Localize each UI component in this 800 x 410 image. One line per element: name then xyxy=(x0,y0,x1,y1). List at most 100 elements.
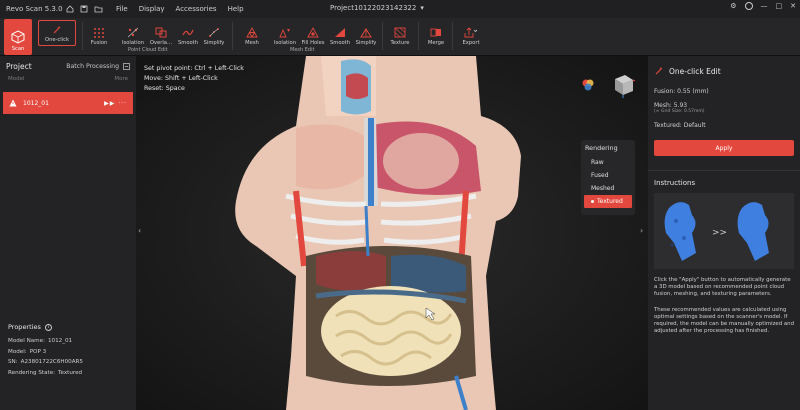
mesh-button[interactable]: Mesh xyxy=(240,18,264,46)
smooth-label: Smooth xyxy=(177,40,198,46)
fusion-button[interactable]: Fusion xyxy=(86,18,112,46)
property-key: SN: xyxy=(8,359,18,366)
rendering-option-raw[interactable]: Raw xyxy=(581,156,635,169)
menu-accessories[interactable]: Accessories xyxy=(176,5,217,13)
maximize-icon[interactable]: □ xyxy=(776,2,783,10)
window-controls: ⚙ — □ ✕ xyxy=(730,2,796,10)
model-row[interactable]: 1012_01 ▶▶ ··· xyxy=(3,92,133,114)
toolbar-divider xyxy=(82,22,83,50)
one-click-button[interactable]: One-click xyxy=(38,20,76,46)
project-panel-title: Project xyxy=(6,61,32,71)
mesh-simplify-button[interactable]: Simplify xyxy=(354,18,378,46)
rendering-option-textured[interactable]: Textured xyxy=(584,195,632,208)
simplify-label: Simplify xyxy=(203,40,225,46)
instructions-title: Instructions xyxy=(654,179,696,187)
save-icon[interactable] xyxy=(78,4,90,14)
project-panel-header: Project Batch Processing xyxy=(0,56,136,76)
3d-viewport[interactable]: Set pivot point: Ctrl + Left-Click Move:… xyxy=(136,56,648,410)
property-value: A23801722C6H00AR5 xyxy=(20,359,83,366)
main-toolbar: Scan One-click Fusion Isolation Overla… … xyxy=(0,18,800,56)
instructions-paragraph-2: These recommended values are calculated … xyxy=(654,306,795,335)
mesh-simplify-label: Simplify xyxy=(355,40,377,46)
export-label: Export xyxy=(462,40,480,46)
svg-text:>>: >> xyxy=(712,228,727,238)
fill-holes-label: Fill Holes xyxy=(301,40,325,46)
export-icon xyxy=(464,27,478,38)
grid-size-note: (≈ Grid Size: 0.57mm) xyxy=(654,109,705,114)
menu-help[interactable]: Help xyxy=(228,5,244,13)
play-forward-icon[interactable]: ▶▶ xyxy=(104,100,115,107)
settings-gear-icon[interactable]: ⚙ xyxy=(730,2,736,10)
fusion-grid-icon xyxy=(94,28,104,38)
menu-display[interactable]: Display xyxy=(139,5,165,13)
rendering-option-fused[interactable]: Fused xyxy=(581,169,635,182)
property-value: Textured xyxy=(58,369,83,376)
smooth-button[interactable]: Smooth xyxy=(176,18,200,46)
smooth-icon xyxy=(182,29,194,36)
collapse-right-chevron-icon[interactable]: › xyxy=(640,226,643,235)
fill-holes-icon xyxy=(307,27,319,38)
batch-list-icon xyxy=(123,62,130,70)
property-value: POP 3 xyxy=(29,348,47,355)
home-icon[interactable] xyxy=(64,4,76,14)
one-click-edit-panel: One-click Edit Fusion: 0.55 (mm) Mesh: 5… xyxy=(648,56,800,410)
radio-dot-icon xyxy=(591,200,594,203)
property-model-name: Model Name: 1012_01 xyxy=(0,336,136,347)
close-icon[interactable]: ✕ xyxy=(790,2,796,10)
before-after-model-illustration: >> xyxy=(664,202,769,261)
warning-triangle-icon xyxy=(9,99,17,107)
batch-processing-label: Batch Processing xyxy=(66,62,119,70)
magic-wand-icon xyxy=(655,67,663,75)
folder-icon[interactable] xyxy=(92,4,104,14)
menu-file[interactable]: File xyxy=(116,5,128,13)
instructions-paragraph-1: Click the "Apply" button to automaticall… xyxy=(654,277,791,298)
app-title: Revo Scan 5.3.0 xyxy=(6,5,63,13)
color-palette-icon[interactable] xyxy=(581,78,595,92)
chevron-down-icon[interactable]: ▾ xyxy=(420,4,424,12)
mesh-smooth-icon xyxy=(335,28,345,37)
simplify-icon xyxy=(209,28,219,37)
profile-circle-icon[interactable] xyxy=(744,2,753,10)
isolation-icon xyxy=(127,27,139,38)
properties-section: Properties i Model Name: 1012_01 Model: PO… xyxy=(0,318,136,378)
hint-reset: Reset: Space xyxy=(144,85,185,92)
column-more: More xyxy=(114,76,128,82)
scan-button[interactable]: Scan xyxy=(4,19,32,55)
property-model: Model: POP 3 xyxy=(0,347,136,358)
mesh-isolation-button[interactable]: Isolation xyxy=(272,18,298,46)
property-key: Model Name: xyxy=(8,338,45,345)
overlap-label: Overla… xyxy=(149,40,173,46)
hint-pivot: Set pivot point: Ctrl + Left-Click xyxy=(144,65,244,72)
toolbar-divider xyxy=(232,22,233,50)
fill-holes-button[interactable]: Fill Holes xyxy=(300,18,326,46)
property-rendering-state: Rendering State: Textured xyxy=(0,368,136,379)
mesh-smooth-button[interactable]: Smooth xyxy=(328,18,352,46)
mesh-group-label: Mesh Edit xyxy=(290,47,315,53)
scan-label: Scan xyxy=(11,46,25,52)
more-dots-icon[interactable]: ··· xyxy=(118,100,127,107)
info-circle-icon[interactable]: i xyxy=(44,323,52,331)
merge-button[interactable]: Merge xyxy=(424,18,448,46)
project-name: Project10122023142322 xyxy=(330,4,417,12)
one-click-edit-title: One-click Edit xyxy=(669,66,721,76)
simplify-button[interactable]: Simplify xyxy=(202,18,226,46)
export-button[interactable]: Export xyxy=(458,18,484,46)
overlap-button[interactable]: Overla… xyxy=(148,18,174,46)
mesh-isolation-label: Isolation xyxy=(274,40,296,46)
view-cube-icon[interactable] xyxy=(610,72,636,98)
rendering-option-meshed[interactable]: Meshed xyxy=(581,182,635,195)
minimize-icon[interactable]: — xyxy=(761,2,768,10)
merge-label: Merge xyxy=(427,40,445,46)
collapse-left-chevron-icon[interactable]: ‹ xyxy=(138,226,141,235)
isolation-button[interactable]: Isolation xyxy=(120,18,146,46)
mesh-simplify-icon xyxy=(360,28,372,38)
apply-button[interactable]: Apply xyxy=(654,140,794,156)
magic-wand-icon xyxy=(53,26,61,34)
toolbar-divider xyxy=(418,22,419,50)
hint-move: Move: Shift + Left-Click xyxy=(144,75,218,82)
texture-button[interactable]: Texture xyxy=(388,18,412,46)
batch-processing-button[interactable]: Batch Processing xyxy=(66,63,130,70)
rendering-title: Rendering xyxy=(585,144,618,152)
textured-value: Textured: Default xyxy=(654,121,706,129)
column-model: Model xyxy=(8,76,25,82)
